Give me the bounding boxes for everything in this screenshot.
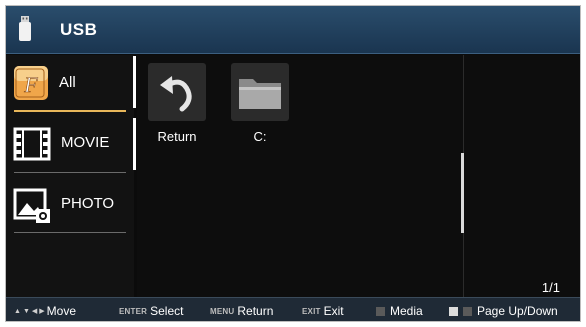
sidebar-item-all[interactable]: F All bbox=[6, 58, 134, 110]
arrow-right-icon: ▶ bbox=[39, 308, 45, 315]
grid-item-label: Return bbox=[157, 129, 197, 144]
film-icon bbox=[13, 127, 51, 161]
hint-label: Page Up/Down bbox=[477, 304, 558, 318]
svg-text:F: F bbox=[23, 72, 38, 97]
arrow-left-icon: ◀ bbox=[31, 308, 38, 315]
menu-key-icon: MENU bbox=[210, 306, 235, 316]
arrow-down-icon: ▼ bbox=[22, 307, 30, 315]
footer-hint-bar: ▲ ▼ ◀ ▶ Move ENTER Select MENU Return EX… bbox=[6, 297, 580, 321]
media-key-icon bbox=[376, 306, 385, 316]
header-bar: USB bbox=[6, 6, 580, 54]
all-files-icon: F bbox=[14, 66, 48, 100]
grid-item-return[interactable] bbox=[148, 63, 206, 121]
sidebar-highlight-bar bbox=[133, 56, 136, 108]
grid-item-label: C: bbox=[253, 129, 267, 144]
usb-media-browser: USB F All MOVIE PHOTO Return C: 1/1 ▲ ▼ … bbox=[5, 5, 581, 322]
hint-move: ▲ ▼ ◀ ▶ Move bbox=[14, 304, 76, 318]
hint-label: Move bbox=[46, 304, 76, 318]
usb-drive-icon bbox=[19, 16, 31, 41]
hint-label: Exit bbox=[323, 304, 344, 318]
return-arrow-icon bbox=[160, 76, 192, 112]
scrollbar-thumb[interactable] bbox=[461, 153, 464, 233]
photo-icon bbox=[13, 188, 50, 223]
grid-item-drive-c[interactable] bbox=[231, 63, 289, 121]
sidebar-item-label: PHOTO bbox=[61, 195, 115, 212]
sidebar-item-label: All bbox=[59, 74, 76, 91]
page-key-icon-2 bbox=[463, 306, 472, 316]
hint-media: Media bbox=[376, 304, 423, 318]
enter-key-icon: ENTER bbox=[119, 306, 148, 316]
sidebar-item-label: MOVIE bbox=[61, 134, 110, 151]
sidebar-item-movie[interactable]: MOVIE bbox=[6, 118, 134, 170]
hint-label: Select bbox=[150, 304, 184, 318]
sidebar-divider bbox=[14, 232, 126, 233]
page-indicator: 1/1 bbox=[541, 280, 560, 295]
sidebar: F All MOVIE PHOTO bbox=[6, 55, 134, 297]
sidebar-highlight-bar bbox=[133, 118, 136, 170]
hint-select: ENTER Select bbox=[119, 304, 183, 318]
right-pane: 1/1 bbox=[461, 55, 580, 297]
hint-return: MENU Return bbox=[210, 304, 273, 318]
active-underline bbox=[14, 110, 126, 112]
sidebar-divider bbox=[14, 172, 126, 173]
file-grid: Return C: bbox=[137, 55, 463, 297]
exit-key-icon: EXIT bbox=[302, 306, 321, 316]
page-key-icon bbox=[449, 306, 458, 316]
hint-label: Media bbox=[390, 304, 423, 318]
hint-label: Return bbox=[237, 304, 274, 318]
hint-exit: EXIT Exit bbox=[302, 304, 344, 318]
sidebar-item-photo[interactable]: PHOTO bbox=[6, 179, 134, 231]
hint-page: Page Up/Down bbox=[449, 304, 558, 318]
arrow-up-icon: ▲ bbox=[14, 307, 21, 315]
header-title: USB bbox=[60, 20, 98, 39]
folder-icon bbox=[239, 79, 281, 109]
